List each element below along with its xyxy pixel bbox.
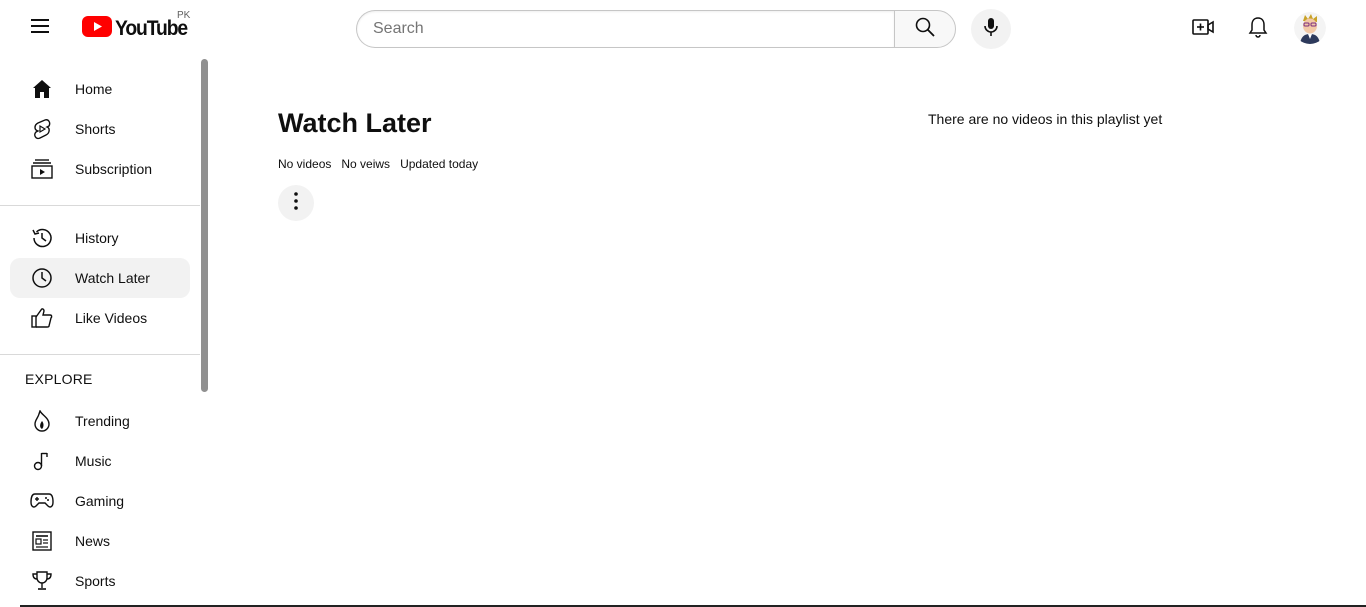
sidebar-item-music[interactable]: Music [10,441,190,481]
voice-search-button[interactable] [971,9,1011,49]
sidebar-item-like-videos[interactable]: Like Videos [10,298,190,338]
updated-date: Updated today [400,157,479,171]
sidebar-item-news[interactable]: News [10,521,190,561]
clock-icon [30,266,54,290]
sidebar-item-label: Sports [75,573,116,589]
view-count: No veiws [341,157,391,171]
trophy-icon [30,569,54,593]
video-count: No videos [278,157,332,171]
bell-icon [1248,16,1268,43]
sidebar-main-section: Home Shorts Subscription [0,56,210,193]
page-title: Watch Later [278,108,432,138]
sidebar-item-label: Shorts [75,121,116,137]
sidebar-item-label: Trending [75,413,130,429]
subscriptions-icon [30,157,54,181]
sidebar-item-label: Home [75,81,113,97]
sidebar-item-history[interactable]: History [10,218,190,258]
sidebar-scrollbar[interactable] [201,59,208,392]
gaming-icon [30,489,54,513]
shorts-icon [30,117,54,141]
news-icon [30,529,54,553]
create-button[interactable] [1183,9,1223,49]
playlist-meta: No videos No veiws Updated today [278,157,478,171]
menu-icon [30,18,50,39]
empty-playlist-message: There are no videos in this playlist yet [928,111,1163,127]
thumbs-up-icon [30,306,54,330]
create-video-icon [1192,18,1214,41]
sidebar: Home Shorts Subscription History Watch L… [0,56,210,607]
sidebar-divider [0,354,200,355]
sidebar-item-label: Music [75,453,112,469]
search-input[interactable] [356,10,894,48]
music-icon [30,449,54,473]
sidebar-item-label: History [75,230,119,246]
avatar[interactable] [1294,12,1326,44]
top-bar: YouTube PK [0,0,1366,56]
mic-icon [983,17,999,42]
more-actions-button[interactable] [278,185,314,221]
search-bar [356,10,956,48]
notifications-button[interactable] [1238,9,1278,49]
sidebar-divider [0,205,200,206]
more-vert-icon [294,191,298,215]
sidebar-item-home[interactable]: Home [10,69,190,109]
sidebar-item-label: News [75,533,111,549]
trending-icon [30,409,54,433]
sidebar-item-watch-later[interactable]: Watch Later [10,258,190,298]
sidebar-item-label: Like Videos [75,310,148,326]
history-icon [30,226,54,250]
youtube-play-icon [82,16,112,42]
sidebar-item-sports[interactable]: Sports [10,561,190,601]
sidebar-item-label: Watch Later [75,270,150,286]
explore-heading: EXPLORE [25,371,93,387]
sidebar-item-label: Gaming [75,493,125,509]
sidebar-item-trending[interactable]: Trending [10,401,190,441]
sidebar-item-gaming[interactable]: Gaming [10,481,190,521]
menu-button[interactable] [20,8,60,48]
sidebar-item-label: Subscription [75,161,153,177]
sidebar-library-section: History Watch Later Like Videos [0,218,210,342]
country-code: PK [177,10,191,21]
search-icon [915,17,935,42]
search-button[interactable] [894,10,956,48]
home-icon [30,77,54,101]
sidebar-item-shorts[interactable]: Shorts [10,109,190,149]
sidebar-explore-section: Trending Music Gaming News Sports [0,401,210,605]
sidebar-item-subscription[interactable]: Subscription [10,149,190,189]
